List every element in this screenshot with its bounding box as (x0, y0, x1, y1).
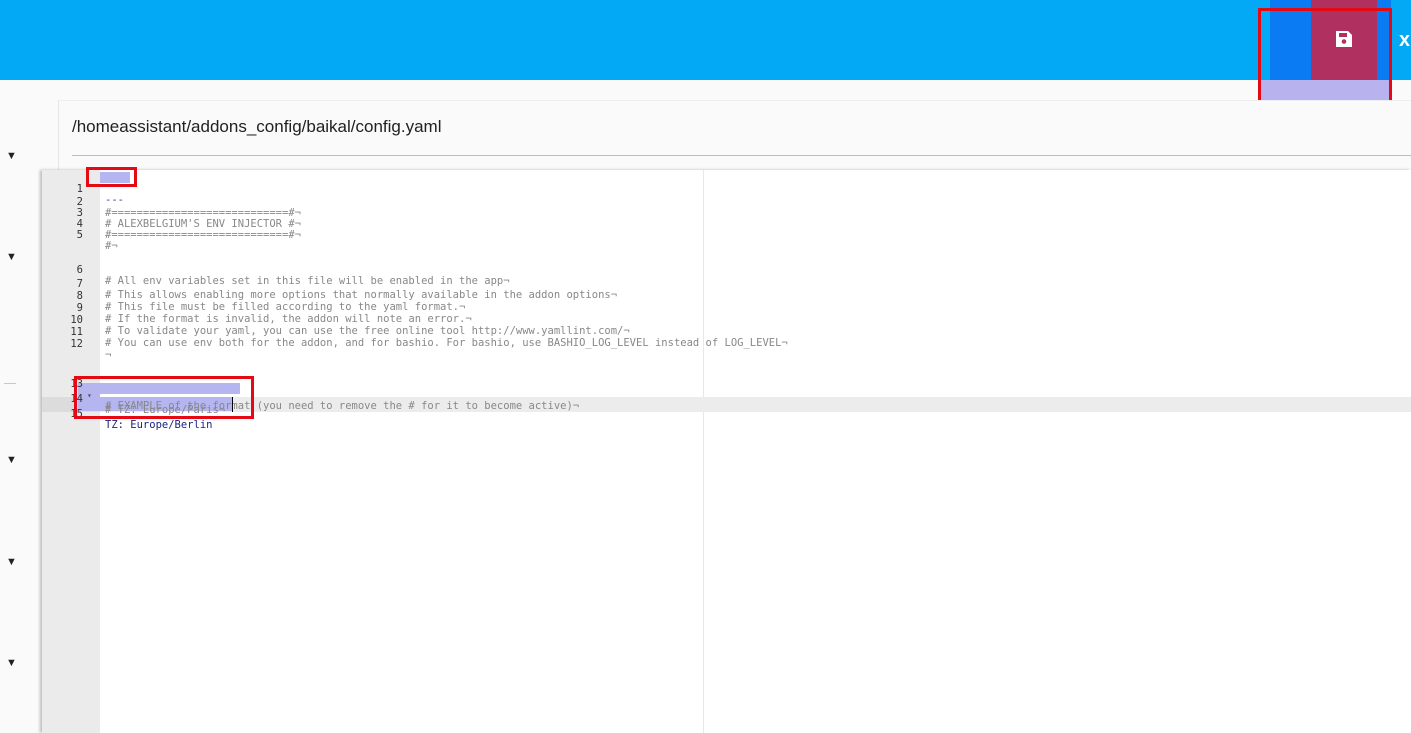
save-button[interactable] (1311, 0, 1377, 82)
divider (72, 155, 1411, 156)
app-header (0, 0, 1411, 80)
code-line[interactable]: 8 # This file must be filled according t… (42, 280, 1411, 313)
line-text: TZ: Europe/Berlin (105, 419, 213, 431)
text-cursor (232, 397, 233, 412)
collapse-toggle-icon[interactable]: ▼ (6, 251, 17, 263)
code-line[interactable]: 6 # All env variables set in this file w… (42, 254, 1411, 287)
line-number: 15 (70, 408, 83, 420)
code-line[interactable]: 15 TZ: Europe/Berlin (42, 398, 1411, 431)
code-line[interactable]: 9 # If the format is invalid, the addon … (42, 292, 1411, 325)
floppy-disk-icon (1335, 30, 1353, 53)
left-panel (0, 80, 42, 733)
line-text: # You can use env both for the addon, an… (105, 337, 788, 349)
collapse-toggle-icon[interactable]: ▼ (6, 657, 17, 669)
code-line[interactable]: 7 # This allows enabling more options th… (42, 268, 1411, 301)
line-text: #============================#¬ (105, 229, 301, 241)
line-text: ¬ (105, 349, 112, 361)
code-line[interactable]: 1 --- (42, 173, 1411, 206)
line-number: 5 (76, 229, 83, 241)
code-line[interactable]: 11 # You can use env both for the addon,… (42, 316, 1411, 349)
save-highlight (1261, 80, 1389, 100)
line-text: #¬ (105, 240, 118, 252)
collapse-toggle-icon[interactable]: ▼ (6, 454, 17, 466)
code-line[interactable]: 5 #¬ (42, 219, 1411, 252)
code-line[interactable]: 13 ▾ # EXAMPLE of the format (you need t… (42, 368, 1411, 412)
code-line[interactable]: 12 ¬ (42, 328, 1411, 361)
toolbar-button-left[interactable] (1270, 0, 1311, 80)
code-line[interactable]: 3 # ALEXBELGIUM'S ENV INJECTOR #¬ (42, 197, 1411, 230)
code-line[interactable]: 10 # To validate your yaml, you can use … (42, 304, 1411, 337)
divider (4, 383, 16, 384)
file-path-title: /homeassistant/addons_config/baikal/conf… (72, 117, 442, 136)
close-icon[interactable]: x (1399, 28, 1410, 52)
toolbar-spacer (1377, 0, 1391, 80)
code-line[interactable]: 2 #============================#¬ (42, 186, 1411, 219)
code-line[interactable]: 14 # TZ: Europe/Paris¬ (42, 383, 1411, 416)
line-number: 12 (70, 338, 83, 350)
code-line[interactable]: 4 #============================#¬ (42, 208, 1411, 241)
collapse-toggle-icon[interactable]: ▼ (6, 150, 17, 162)
collapse-toggle-icon[interactable]: ▼ (6, 556, 17, 568)
